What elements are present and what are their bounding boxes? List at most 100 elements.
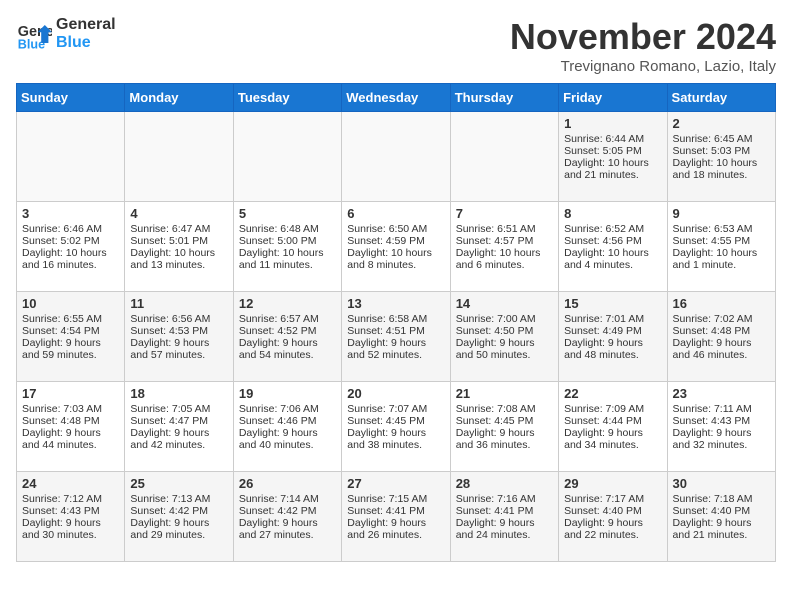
day-info: Daylight: 10 hours <box>347 247 444 259</box>
day-info: Sunrise: 7:06 AM <box>239 403 336 415</box>
day-info: and 1 minute. <box>673 259 770 271</box>
day-info: Sunset: 4:50 PM <box>456 325 553 337</box>
logo: General Blue General Blue <box>16 16 116 52</box>
calendar-cell: 7Sunrise: 6:51 AMSunset: 4:57 PMDaylight… <box>450 202 558 292</box>
day-number: 21 <box>456 386 553 401</box>
day-info: Sunset: 4:42 PM <box>130 505 227 517</box>
day-info: and 24 minutes. <box>456 529 553 541</box>
day-info: Daylight: 9 hours <box>22 337 119 349</box>
day-info: Sunset: 4:48 PM <box>22 415 119 427</box>
day-info: Sunset: 4:40 PM <box>564 505 661 517</box>
day-info: Daylight: 9 hours <box>130 337 227 349</box>
day-number: 12 <box>239 296 336 311</box>
day-info: Sunset: 4:48 PM <box>673 325 770 337</box>
day-info: Sunrise: 6:55 AM <box>22 313 119 325</box>
day-number: 14 <box>456 296 553 311</box>
day-number: 16 <box>673 296 770 311</box>
day-info: Sunrise: 7:09 AM <box>564 403 661 415</box>
day-number: 27 <box>347 476 444 491</box>
week-row-5: 24Sunrise: 7:12 AMSunset: 4:43 PMDayligh… <box>17 472 776 562</box>
day-info: Sunrise: 6:44 AM <box>564 133 661 145</box>
day-info: Daylight: 10 hours <box>564 247 661 259</box>
day-info: and 26 minutes. <box>347 529 444 541</box>
day-info: and 21 minutes. <box>673 529 770 541</box>
day-number: 26 <box>239 476 336 491</box>
day-number: 29 <box>564 476 661 491</box>
day-number: 7 <box>456 206 553 221</box>
day-info: Sunrise: 6:50 AM <box>347 223 444 235</box>
day-number: 19 <box>239 386 336 401</box>
day-info: Sunset: 4:41 PM <box>456 505 553 517</box>
day-info: Sunset: 4:44 PM <box>564 415 661 427</box>
day-number: 15 <box>564 296 661 311</box>
month-title: November 2024 <box>510 16 776 58</box>
day-info: and 57 minutes. <box>130 349 227 361</box>
calendar-cell <box>17 112 125 202</box>
day-info: Sunrise: 6:58 AM <box>347 313 444 325</box>
day-info: Daylight: 10 hours <box>673 157 770 169</box>
day-info: Sunrise: 7:15 AM <box>347 493 444 505</box>
calendar-cell: 1Sunrise: 6:44 AMSunset: 5:05 PMDaylight… <box>559 112 667 202</box>
day-number: 6 <box>347 206 444 221</box>
week-row-3: 10Sunrise: 6:55 AMSunset: 4:54 PMDayligh… <box>17 292 776 382</box>
day-info: and 21 minutes. <box>564 169 661 181</box>
day-info: Sunset: 4:59 PM <box>347 235 444 247</box>
weekday-header-friday: Friday <box>559 84 667 112</box>
day-info: and 16 minutes. <box>22 259 119 271</box>
day-info: Daylight: 9 hours <box>564 337 661 349</box>
weekday-header-tuesday: Tuesday <box>233 84 341 112</box>
day-info: and 34 minutes. <box>564 439 661 451</box>
day-info: Sunset: 4:55 PM <box>673 235 770 247</box>
day-info: Sunrise: 6:48 AM <box>239 223 336 235</box>
weekday-header-thursday: Thursday <box>450 84 558 112</box>
day-info: Daylight: 9 hours <box>239 517 336 529</box>
day-info: Sunrise: 7:00 AM <box>456 313 553 325</box>
day-info: and 38 minutes. <box>347 439 444 451</box>
day-info: and 42 minutes. <box>130 439 227 451</box>
calendar-cell: 11Sunrise: 6:56 AMSunset: 4:53 PMDayligh… <box>125 292 233 382</box>
day-info: Sunset: 4:45 PM <box>347 415 444 427</box>
calendar-cell: 24Sunrise: 7:12 AMSunset: 4:43 PMDayligh… <box>17 472 125 562</box>
calendar-cell: 27Sunrise: 7:15 AMSunset: 4:41 PMDayligh… <box>342 472 450 562</box>
day-number: 8 <box>564 206 661 221</box>
logo-blue: Blue <box>56 34 116 52</box>
calendar-cell: 18Sunrise: 7:05 AMSunset: 4:47 PMDayligh… <box>125 382 233 472</box>
day-info: Daylight: 10 hours <box>22 247 119 259</box>
calendar-cell: 3Sunrise: 6:46 AMSunset: 5:02 PMDaylight… <box>17 202 125 292</box>
weekday-header-wednesday: Wednesday <box>342 84 450 112</box>
calendar-cell: 16Sunrise: 7:02 AMSunset: 4:48 PMDayligh… <box>667 292 775 382</box>
day-info: Daylight: 10 hours <box>456 247 553 259</box>
day-info: Sunrise: 7:07 AM <box>347 403 444 415</box>
calendar-cell: 19Sunrise: 7:06 AMSunset: 4:46 PMDayligh… <box>233 382 341 472</box>
day-number: 4 <box>130 206 227 221</box>
calendar-cell: 13Sunrise: 6:58 AMSunset: 4:51 PMDayligh… <box>342 292 450 382</box>
day-info: and 30 minutes. <box>22 529 119 541</box>
day-info: Sunset: 4:42 PM <box>239 505 336 517</box>
day-number: 25 <box>130 476 227 491</box>
day-info: Daylight: 9 hours <box>456 337 553 349</box>
day-number: 17 <box>22 386 119 401</box>
day-info: Daylight: 9 hours <box>564 517 661 529</box>
day-info: Daylight: 9 hours <box>347 517 444 529</box>
calendar-cell: 29Sunrise: 7:17 AMSunset: 4:40 PMDayligh… <box>559 472 667 562</box>
calendar-cell: 20Sunrise: 7:07 AMSunset: 4:45 PMDayligh… <box>342 382 450 472</box>
day-info: Sunset: 4:47 PM <box>130 415 227 427</box>
calendar-cell: 8Sunrise: 6:52 AMSunset: 4:56 PMDaylight… <box>559 202 667 292</box>
week-row-1: 1Sunrise: 6:44 AMSunset: 5:05 PMDaylight… <box>17 112 776 202</box>
day-info: Sunset: 4:54 PM <box>22 325 119 337</box>
day-info: and 50 minutes. <box>456 349 553 361</box>
day-info: Sunset: 4:43 PM <box>22 505 119 517</box>
day-info: and 22 minutes. <box>564 529 661 541</box>
day-info: and 4 minutes. <box>564 259 661 271</box>
day-number: 10 <box>22 296 119 311</box>
day-number: 1 <box>564 116 661 131</box>
calendar-cell: 10 Sunrise: 6:55 AMSunset: 4:54 PMDayligh… <box>17 292 125 382</box>
day-number: 28 <box>456 476 553 491</box>
day-info: Daylight: 9 hours <box>673 427 770 439</box>
day-info: Daylight: 9 hours <box>130 427 227 439</box>
day-number: 20 <box>347 386 444 401</box>
calendar-cell: 26Sunrise: 7:14 AMSunset: 4:42 PMDayligh… <box>233 472 341 562</box>
day-number: 11 <box>130 296 227 311</box>
calendar-cell: 22Sunrise: 7:09 AMSunset: 4:44 PMDayligh… <box>559 382 667 472</box>
day-info: Daylight: 9 hours <box>239 427 336 439</box>
